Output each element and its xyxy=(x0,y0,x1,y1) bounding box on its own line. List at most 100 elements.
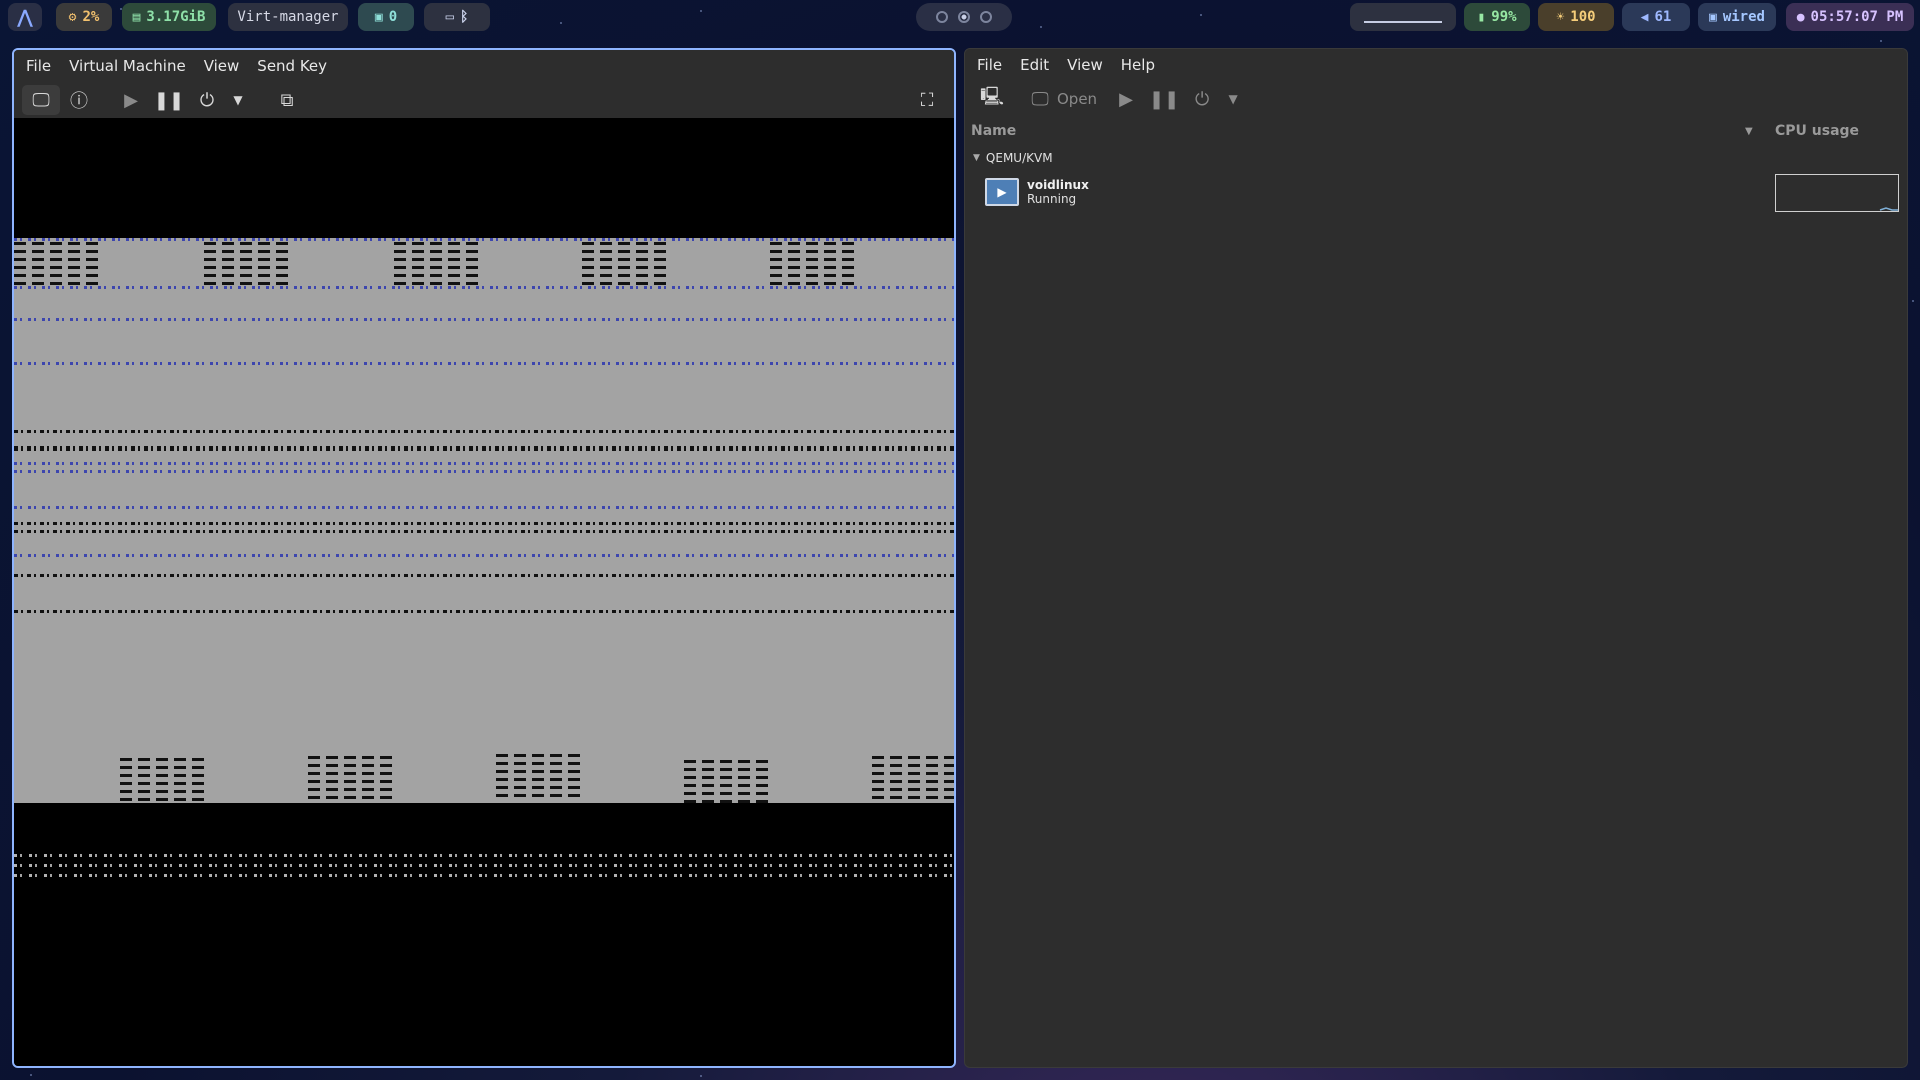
volume-icon: ◀ xyxy=(1640,9,1649,25)
glitch-block xyxy=(308,756,392,800)
pause-icon: ❚❚ xyxy=(153,89,185,111)
cpu-icon: ⚙ xyxy=(68,9,77,25)
connection-group-row[interactable]: ▼ QEMU/KVM xyxy=(965,145,1907,171)
vm-menubar: File Virtual Machine View Send Key xyxy=(14,50,954,82)
snapshots-button[interactable]: ⧉ xyxy=(268,85,306,115)
cpu-widget[interactable]: ⚙ 2% xyxy=(56,3,112,31)
workspace-dots xyxy=(916,3,1012,31)
monitor-icon: 🖵 xyxy=(1031,88,1049,110)
memory-widget[interactable]: ▤ 3.17GiB xyxy=(122,3,216,31)
cpu-sparkline xyxy=(1879,207,1898,211)
expander-icon[interactable]: ▼ xyxy=(973,153,980,163)
column-cpu-usage[interactable]: CPU usage xyxy=(1775,123,1859,139)
noise-line xyxy=(14,430,954,433)
glitch-block xyxy=(204,242,288,286)
menu-file[interactable]: File xyxy=(969,52,1010,78)
workspace-dot-2[interactable] xyxy=(958,11,970,23)
details-button[interactable]: ⓘ xyxy=(60,85,98,115)
glitch-block xyxy=(684,760,768,803)
network-widget[interactable]: ▣ wired xyxy=(1698,3,1776,31)
menu-file[interactable]: File xyxy=(18,53,59,79)
new-vm-icon: 🖳 xyxy=(979,86,1004,107)
power-icon: ⏻ xyxy=(1194,88,1210,110)
open-button[interactable]: 🖵 xyxy=(1021,84,1059,114)
noise-line xyxy=(14,522,954,525)
glitch-block xyxy=(582,242,666,286)
vm-list-item[interactable]: ▶ voidlinux Running xyxy=(965,171,1907,213)
virt-manager-window: File Edit View Help 🖳 🖵 Open ▶ ❚❚ ⏻ ▼ Na… xyxy=(964,48,1908,1068)
noise-line xyxy=(14,530,954,533)
pause-button[interactable]: ❚❚ xyxy=(150,85,188,115)
pause-button[interactable]: ❚❚ xyxy=(1145,84,1183,114)
noise-line xyxy=(14,864,954,867)
battery-widget[interactable]: ▮ 99% xyxy=(1464,3,1530,31)
noise-line xyxy=(14,574,954,577)
active-window-title: Virt-manager xyxy=(228,3,348,31)
shutdown-button[interactable]: ⏻ xyxy=(1183,84,1221,114)
chevron-down-icon: ▼ xyxy=(233,93,243,107)
vm-list-header: Name ▼ CPU usage xyxy=(965,117,1907,145)
volume-widget[interactable]: ◀ 61 xyxy=(1622,3,1690,31)
manager-toolbar: 🖳 🖵 Open ▶ ❚❚ ⏻ ▼ xyxy=(965,81,1907,117)
info-icon: ⓘ xyxy=(70,91,88,112)
menu-view[interactable]: View xyxy=(1059,52,1111,78)
sort-arrow-icon[interactable]: ▼ xyxy=(1745,126,1753,137)
running-vm-icon: ▶ xyxy=(985,178,1019,206)
noise-line xyxy=(14,874,954,877)
console-view-button[interactable]: 🖵 xyxy=(22,85,60,115)
bluetooth-icon[interactable]: ᛒ xyxy=(460,9,468,25)
shutdown-menu-button[interactable]: ▼ xyxy=(226,85,250,115)
menu-send-key[interactable]: Send Key xyxy=(249,53,335,79)
snapshot-icon: ⧉ xyxy=(280,89,294,111)
manager-menubar: File Edit View Help xyxy=(965,49,1907,81)
open-label: Open xyxy=(1057,90,1098,108)
glitch-block xyxy=(872,756,954,800)
fullscreen-button[interactable]: ⛶ xyxy=(908,85,946,115)
clock-icon: ● xyxy=(1796,9,1805,25)
menu-help[interactable]: Help xyxy=(1113,52,1163,78)
menu-view[interactable]: View xyxy=(196,53,248,79)
power-icon: ⏻ xyxy=(199,89,215,111)
noise-line xyxy=(14,238,954,241)
clock-widget[interactable]: ● 05:57:07 PM xyxy=(1786,3,1914,31)
new-vm-button[interactable]: 🖳 xyxy=(973,84,1011,114)
shutdown-menu-button[interactable]: ▼ xyxy=(1221,84,1245,114)
chevron-down-icon: ▼ xyxy=(1228,92,1238,106)
launcher-button[interactable]: ⋀ xyxy=(8,3,42,31)
memory-icon: ▤ xyxy=(132,9,141,25)
run-button[interactable]: ▶ xyxy=(1107,84,1145,114)
vm-name: voidlinux xyxy=(1027,178,1089,192)
play-icon: ▶ xyxy=(124,89,138,111)
network-icon: ▣ xyxy=(1709,9,1717,25)
guest-display[interactable] xyxy=(14,118,954,1066)
notification-icon[interactable]: ▭ xyxy=(446,9,454,25)
run-button[interactable]: ▶ xyxy=(112,85,150,115)
arch-logo-icon: ⋀ xyxy=(17,6,33,28)
workspace-widget[interactable]: ▣ 0 xyxy=(358,3,414,31)
system-tray: ▭ ᛒ xyxy=(424,3,490,31)
noise-line xyxy=(14,286,954,289)
top-status-bar: ⋀ ⚙ 2% ▤ 3.17GiB Virt-manager ▣ 0 ▭ ᛒ ▮ 99% … xyxy=(0,0,1920,34)
shutdown-button[interactable]: ⏻ xyxy=(188,85,226,115)
menu-edit[interactable]: Edit xyxy=(1012,52,1057,78)
guest-framebuffer-garbled xyxy=(14,238,954,803)
workspace-dot-1[interactable] xyxy=(936,11,948,23)
noise-line xyxy=(14,362,954,365)
noise-line xyxy=(14,506,954,509)
vm-console-window: File Virtual Machine View Send Key 🖵 ⓘ ▶… xyxy=(12,48,956,1068)
vm-toolbar: 🖵 ⓘ ▶ ❚❚ ⏻ ▼ ⧉ ⛶ xyxy=(14,82,954,118)
noise-line xyxy=(14,610,954,613)
cpu-usage-graph xyxy=(1775,174,1899,212)
noise-line xyxy=(14,446,954,451)
noise-line xyxy=(14,554,954,557)
brightness-widget[interactable]: ☀ 100 xyxy=(1538,3,1614,31)
noise-line xyxy=(14,854,954,857)
workspace-dot-3[interactable] xyxy=(980,11,992,23)
media-widget[interactable] xyxy=(1350,3,1456,31)
workspace-icon: ▣ xyxy=(374,9,383,25)
menu-virtual-machine[interactable]: Virtual Machine xyxy=(61,53,194,79)
brightness-icon: ☀ xyxy=(1556,9,1565,25)
noise-line xyxy=(14,318,954,321)
column-name[interactable]: Name xyxy=(971,123,1016,139)
glitch-block xyxy=(14,242,98,286)
